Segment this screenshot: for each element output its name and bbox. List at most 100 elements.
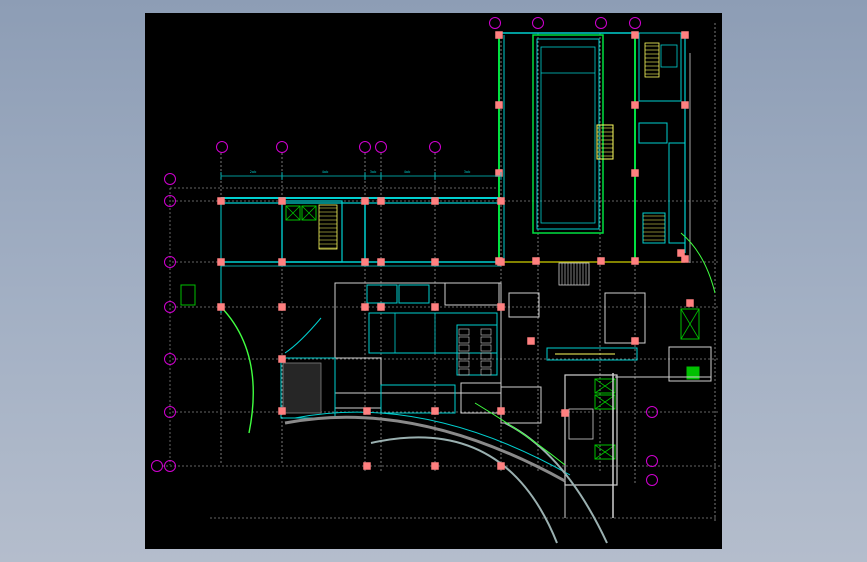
column (278, 303, 286, 311)
dimension-label: 2ab (250, 170, 257, 174)
axis-bubble (646, 455, 658, 467)
arc-east (680, 232, 716, 294)
column (377, 303, 385, 311)
column (431, 197, 439, 205)
room-se (460, 382, 502, 414)
lift-a (660, 44, 678, 68)
column (431, 303, 439, 311)
column (497, 197, 505, 205)
column (497, 407, 505, 415)
column (217, 258, 225, 266)
column (532, 257, 540, 265)
column (363, 407, 371, 415)
wc-stall (458, 344, 470, 352)
arc-drive (370, 436, 558, 544)
arc-west (220, 306, 254, 434)
dimension-label: 4ab (322, 170, 329, 174)
column (278, 258, 286, 266)
column (278, 355, 286, 363)
column (495, 257, 503, 265)
walls (220, 32, 691, 313)
wc-stall (480, 360, 492, 368)
wc-stall (458, 328, 470, 336)
column (217, 303, 225, 311)
column (631, 31, 639, 39)
dimension-label: 3ab (464, 170, 471, 174)
column (217, 197, 225, 205)
wc-stall (458, 368, 470, 376)
column (431, 258, 439, 266)
dimension-line: 2ab 4ab 3ab 4ab 3ab (220, 170, 502, 180)
room-s (380, 384, 456, 414)
dimension-label: 4ab (404, 170, 411, 174)
cad-viewport[interactable]: 2ab 4ab 3ab 4ab 3ab (145, 13, 722, 549)
lobby-fill (282, 362, 322, 414)
column (497, 462, 505, 470)
column (631, 101, 639, 109)
wc-stall (480, 344, 492, 352)
wc-stall (458, 352, 470, 360)
axis-bubble (375, 141, 387, 153)
column (631, 169, 639, 177)
axis-bubble (429, 141, 441, 153)
column (495, 101, 503, 109)
column (377, 258, 385, 266)
corridor-a (368, 312, 498, 354)
column (278, 197, 286, 205)
column (495, 31, 503, 39)
pool-inner (536, 38, 600, 230)
room-sw (334, 357, 382, 409)
stair-a (644, 42, 660, 78)
room-e (500, 386, 542, 424)
service-block (334, 282, 502, 394)
axis-bubble (216, 141, 228, 153)
column (681, 31, 689, 39)
axis-bubble (489, 17, 501, 29)
axis-bubble (629, 17, 641, 29)
wc-stall (480, 336, 492, 344)
column (278, 407, 286, 415)
core-mid (638, 122, 668, 144)
column (561, 409, 569, 417)
axis-bubble (646, 474, 658, 486)
column (361, 197, 369, 205)
column (361, 258, 369, 266)
wc-stall (458, 336, 470, 344)
axis-bubble (532, 17, 544, 29)
column (631, 257, 639, 265)
grid-axes (162, 23, 720, 523)
axis-bubble (151, 460, 163, 472)
column (377, 197, 385, 205)
axis-bubble (276, 141, 288, 153)
column (363, 462, 371, 470)
stair-d (318, 204, 338, 250)
office-a (444, 282, 500, 306)
toilet-b (398, 284, 430, 304)
column (431, 407, 439, 415)
column (597, 257, 605, 265)
room-f (508, 292, 540, 318)
east-corridor (668, 142, 686, 244)
column (681, 101, 689, 109)
column (361, 303, 369, 311)
toilet-c (568, 408, 594, 440)
column (631, 337, 639, 345)
pool-basin (540, 46, 596, 224)
column (431, 462, 439, 470)
column (686, 299, 694, 307)
toilet-a (366, 284, 398, 304)
core-se (564, 374, 618, 486)
arc-lobby (284, 317, 322, 354)
pool-outer (532, 34, 604, 234)
west-lift (180, 284, 196, 306)
column (495, 169, 503, 177)
arc-drive-2 (504, 422, 608, 544)
column (677, 249, 685, 257)
column (527, 337, 535, 345)
column (497, 303, 505, 311)
arc-canopy (284, 415, 566, 483)
wc-stall (480, 352, 492, 360)
wc-stall (480, 328, 492, 336)
floor-plan-drawing: 2ab 4ab 3ab 4ab 3ab (151, 17, 720, 544)
wc-stall (458, 360, 470, 368)
